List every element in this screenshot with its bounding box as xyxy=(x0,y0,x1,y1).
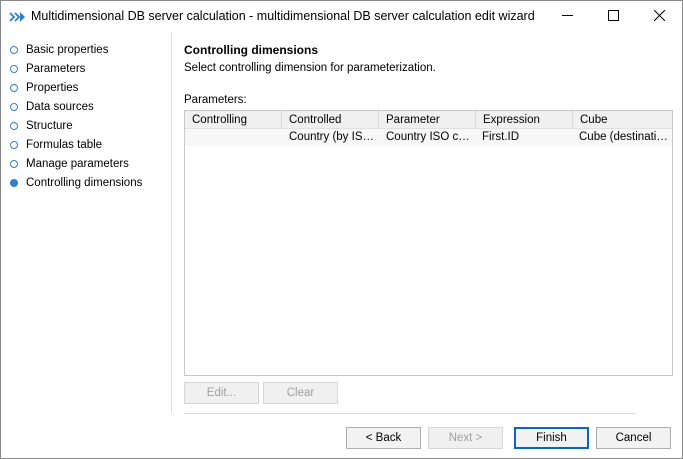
step-parameters[interactable]: Parameters xyxy=(10,59,85,78)
step-label: Properties xyxy=(26,81,79,94)
step-basic-properties[interactable]: Basic properties xyxy=(10,40,108,59)
column-header-expression[interactable]: Expression xyxy=(476,111,573,129)
step-structure[interactable]: Structure xyxy=(10,116,73,135)
step-bullet-icon xyxy=(10,64,18,73)
parameters-label: Parameters: xyxy=(184,94,247,106)
page-title: Controlling dimensions xyxy=(184,43,318,57)
minimize-icon xyxy=(561,10,573,24)
column-header-parameter[interactable]: Parameter xyxy=(379,111,476,129)
step-properties[interactable]: Properties xyxy=(10,78,78,97)
cancel-button[interactable]: Cancel xyxy=(596,427,671,449)
step-label: Data sources xyxy=(26,100,94,113)
parameters-table[interactable]: Controlling Controlled Parameter Express… xyxy=(184,110,673,376)
next-button[interactable]: Next > xyxy=(428,427,503,449)
double-chevron-right-icon xyxy=(9,10,25,24)
step-manage-parameters[interactable]: Manage parameters xyxy=(10,154,129,173)
step-bullet-icon xyxy=(10,140,18,149)
maximize-icon xyxy=(607,9,619,24)
finish-button[interactable]: Finish xyxy=(514,427,589,449)
cell-expression[interactable]: First.ID xyxy=(478,129,573,146)
cell-parameter[interactable]: Country ISO code xyxy=(382,129,476,146)
step-bullet-icon xyxy=(10,102,18,111)
minimize-button[interactable] xyxy=(544,1,590,32)
step-bullet-icon xyxy=(10,121,18,130)
column-header-controlling[interactable]: Controlling xyxy=(185,111,282,129)
wizard-window: Multidimensional DB server calculation -… xyxy=(0,0,683,459)
step-label: Basic properties xyxy=(26,43,109,56)
footer-divider xyxy=(184,413,636,414)
wizard-steps-sidebar: Basic properties Parameters Properties D… xyxy=(1,32,171,412)
cell-cube[interactable]: Cube (destinatio… xyxy=(575,129,672,146)
maximize-button[interactable] xyxy=(590,1,636,32)
clear-button[interactable]: Clear xyxy=(263,382,338,404)
step-controlling-dimensions[interactable]: Controlling dimensions xyxy=(10,173,142,192)
page-description: Select controlling dimension for paramet… xyxy=(184,62,436,74)
table-header: Controlling Controlled Parameter Express… xyxy=(185,111,672,129)
step-label: Formulas table xyxy=(26,138,103,151)
step-label: Manage parameters xyxy=(26,157,129,170)
cell-controlling[interactable] xyxy=(185,129,282,146)
step-bullet-icon xyxy=(10,159,18,168)
step-label: Structure xyxy=(26,119,73,132)
step-data-sources[interactable]: Data sources xyxy=(10,97,94,116)
step-formulas-table[interactable]: Formulas table xyxy=(10,135,102,154)
back-button[interactable]: < Back xyxy=(346,427,421,449)
title-bar: Multidimensional DB server calculation -… xyxy=(1,1,682,32)
step-bullet-active-icon xyxy=(10,178,18,187)
step-label: Controlling dimensions xyxy=(26,176,143,189)
sidebar-divider xyxy=(171,32,172,413)
step-bullet-icon xyxy=(10,45,18,54)
column-header-controlled[interactable]: Controlled xyxy=(282,111,379,129)
edit-button[interactable]: Edit... xyxy=(184,382,259,404)
step-bullet-icon xyxy=(10,83,18,92)
close-icon xyxy=(653,9,665,24)
step-label: Parameters xyxy=(26,62,86,75)
column-header-cube[interactable]: Cube xyxy=(573,111,672,129)
window-title: Multidimensional DB server calculation -… xyxy=(31,9,535,23)
table-row[interactable]: Country (by ISO… Country ISO code First.… xyxy=(185,129,672,146)
close-button[interactable] xyxy=(636,1,682,32)
cell-controlled[interactable]: Country (by ISO… xyxy=(285,129,379,146)
